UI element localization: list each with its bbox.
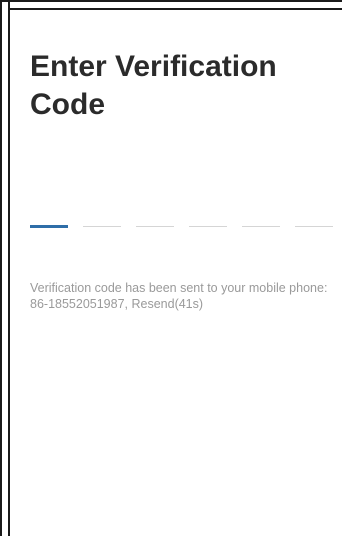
verification-page: Enter Verification Code Verification cod… [10,10,342,536]
code-digit-slot-2[interactable] [83,226,121,227]
phone-and-resend-text[interactable]: 86-18552051987, Resend(41s) [30,296,342,312]
top-border [0,0,342,2]
verification-sent-message: Verification code has been sent to your … [30,280,342,312]
code-digit-slot-3[interactable] [136,226,174,227]
verification-code-input[interactable] [30,220,342,232]
code-digit-slot-1[interactable] [30,225,68,228]
verification-sent-text: Verification code has been sent to your … [30,281,328,295]
page-title-line-1: Enter Verification [30,50,277,83]
page-title-line-2: Code [30,88,105,121]
page-title: Enter Verification Code [30,48,330,124]
screen: Enter Verification Code Verification cod… [0,0,342,536]
code-digit-slot-5[interactable] [242,226,280,227]
code-digit-slot-4[interactable] [189,226,227,227]
left-border [0,0,2,536]
code-digit-slot-6[interactable] [295,226,333,227]
